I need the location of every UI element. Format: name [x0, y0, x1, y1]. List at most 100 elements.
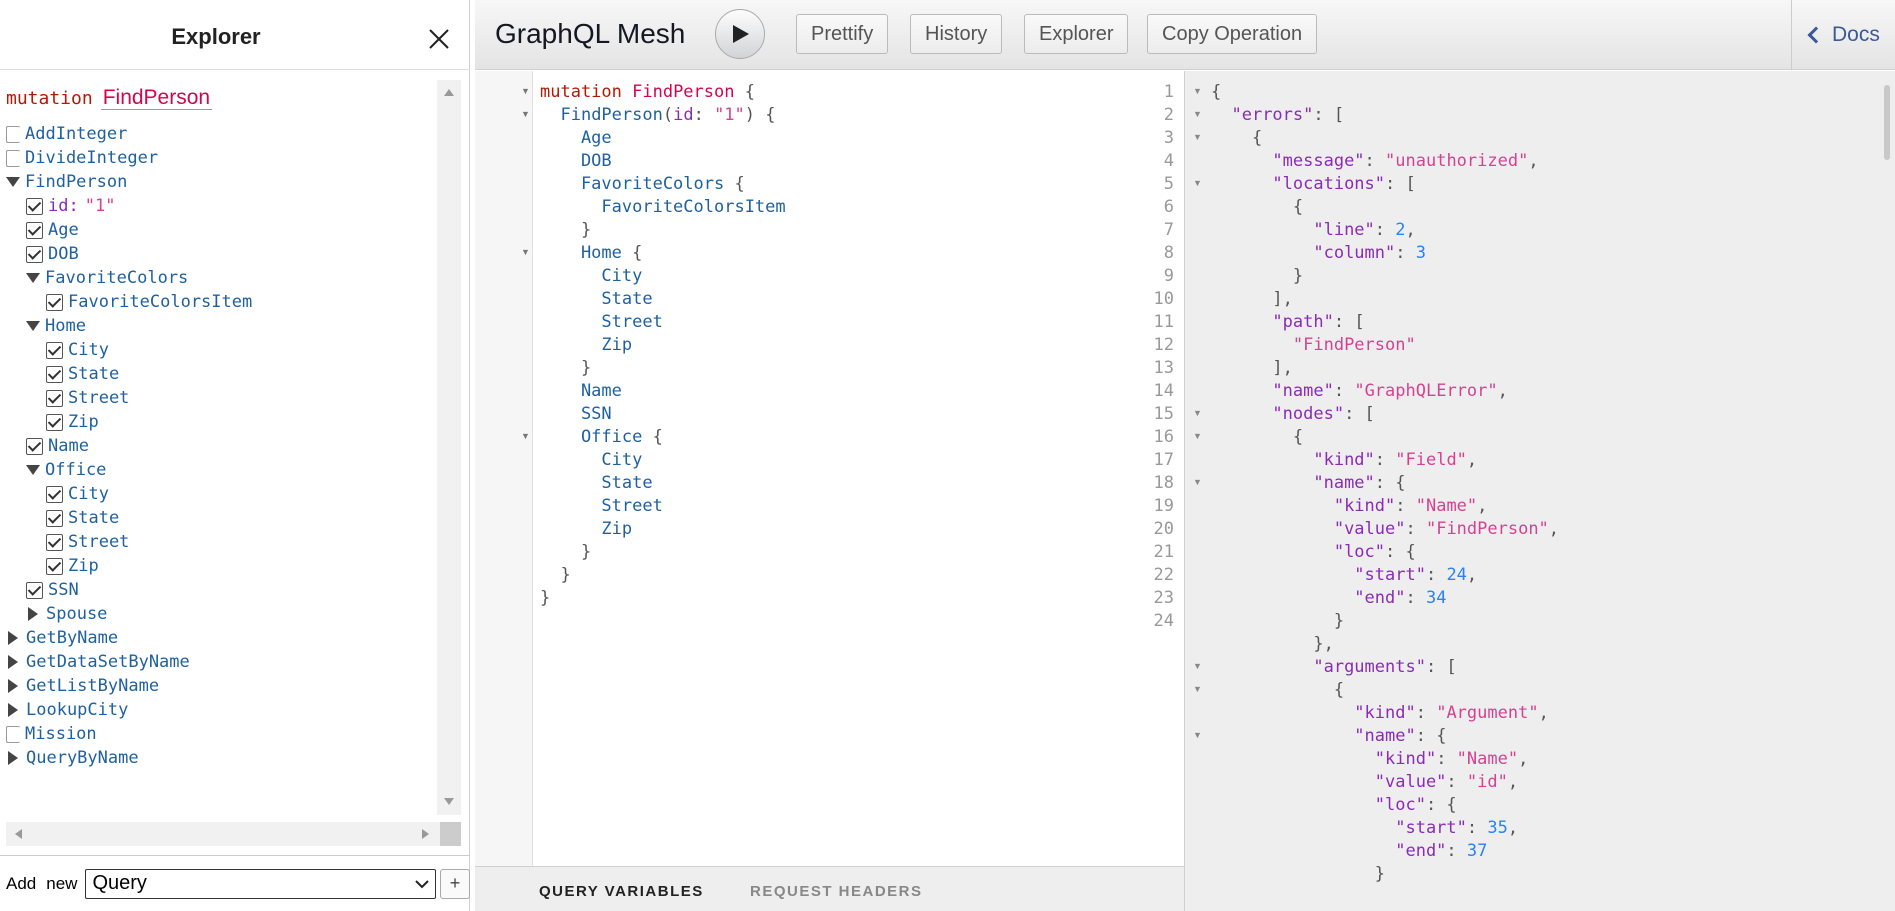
fold-arrow-icon[interactable]: ▼ — [521, 247, 530, 257]
caret-down-icon[interactable] — [26, 321, 40, 331]
caret-right-icon[interactable] — [8, 679, 18, 693]
fold-arrow-icon[interactable]: ▼ — [1193, 431, 1202, 441]
fold-arrow-icon[interactable]: ▼ — [1193, 477, 1202, 487]
explorer-field-favoritecolors[interactable]: FavoriteColors — [26, 266, 188, 290]
caret-down-icon[interactable] — [6, 177, 20, 187]
checkbox-checked-icon[interactable] — [46, 389, 63, 407]
prettify-button[interactable]: Prettify — [796, 14, 889, 54]
play-icon — [733, 25, 749, 43]
explorer-field-street[interactable]: Street — [46, 386, 129, 410]
explorer-field-ssn[interactable]: SSN — [26, 578, 79, 602]
history-button[interactable]: History — [910, 14, 1003, 54]
result-scrollbar-thumb[interactable] — [1884, 85, 1890, 160]
fold-arrow-icon[interactable]: ▼ — [1193, 730, 1202, 740]
explorer-field-street[interactable]: Street — [46, 530, 129, 554]
explorer-field-getdatasetbyname[interactable]: GetDataSetByName — [6, 650, 190, 674]
checkbox-checked-icon[interactable] — [46, 533, 63, 551]
checkbox-checked-icon[interactable] — [46, 485, 63, 503]
fold-arrow-icon[interactable]: ▼ — [1193, 178, 1202, 188]
fold-arrow-icon[interactable]: ▼ — [1193, 684, 1202, 694]
tab-request-headers[interactable]: REQUEST HEADERS — [750, 883, 923, 900]
explorer-field-addinteger[interactable]: AddInteger — [6, 122, 127, 146]
explorer-field-zip[interactable]: Zip — [46, 410, 99, 434]
caret-right-icon[interactable] — [8, 631, 18, 645]
checkbox-empty-icon[interactable] — [6, 149, 20, 167]
checkbox-checked-icon[interactable] — [46, 365, 63, 383]
result-viewer[interactable]: ▼ {▼ "errors": [▼ { "message": "unauthori… — [1184, 71, 1895, 911]
explorer-field-city[interactable]: City — [46, 338, 109, 362]
result-line: { — [1211, 197, 1304, 217]
explorer-field-getlistbyname[interactable]: GetListByName — [6, 674, 159, 698]
result-line: "kind": "Argument", — [1354, 703, 1549, 723]
explorer-field-office[interactable]: Office — [26, 458, 106, 482]
explorer-horizontal-scrollbar[interactable] — [6, 822, 461, 846]
code-line: Office { — [540, 427, 663, 447]
explorer-field-age[interactable]: Age — [26, 218, 79, 242]
fold-arrow-icon[interactable]: ▼ — [1193, 408, 1202, 418]
explorer-field-getbyname[interactable]: GetByName — [6, 626, 118, 650]
docs-button[interactable]: Docs — [1791, 0, 1895, 70]
explorer-field-lookupcity[interactable]: LookupCity — [6, 698, 128, 722]
run-button[interactable] — [715, 9, 765, 59]
checkbox-empty-icon[interactable] — [6, 125, 20, 143]
checkbox-checked-icon[interactable] — [26, 581, 43, 599]
line-number: 10 — [1153, 289, 1174, 309]
fold-arrow-icon[interactable]: ▼ — [521, 109, 530, 119]
explorer-field-querybyname[interactable]: QueryByName — [6, 746, 139, 770]
explorer-field-dob[interactable]: DOB — [26, 242, 79, 266]
explorer-field-findperson[interactable]: FindPerson — [6, 170, 127, 194]
checkbox-checked-icon[interactable] — [46, 341, 63, 359]
copy-operation-button[interactable]: Copy Operation — [1147, 14, 1318, 54]
fold-arrow-icon[interactable]: ▼ — [1193, 132, 1202, 142]
explorer-vertical-scrollbar[interactable] — [437, 80, 461, 815]
explorer-field-label: DivideInteger — [25, 148, 159, 168]
close-icon[interactable] — [426, 26, 452, 52]
explorer-field-zip[interactable]: Zip — [46, 554, 99, 578]
explorer-field-spouse[interactable]: Spouse — [26, 602, 107, 626]
caret-right-icon[interactable] — [8, 655, 18, 669]
explorer-field-home[interactable]: Home — [26, 314, 86, 338]
add-operation-button[interactable]: + — [440, 868, 470, 899]
fold-arrow-icon[interactable]: ▼ — [1193, 661, 1202, 671]
caret-right-icon[interactable] — [28, 607, 38, 621]
scroll-down-icon[interactable] — [443, 796, 455, 806]
query-editor[interactable]: 1 ▼ mutation FindPerson {2 ▼ FindPerson(id:… — [475, 71, 1184, 866]
checkbox-checked-icon[interactable] — [46, 557, 63, 575]
argument-value-input[interactable]: "1" — [85, 196, 116, 216]
explorer-field-mission[interactable]: Mission — [6, 722, 97, 746]
fold-arrow-icon[interactable]: ▼ — [521, 431, 530, 441]
result-line: } — [1211, 864, 1385, 884]
scroll-right-icon[interactable] — [420, 828, 430, 840]
fold-arrow-icon[interactable]: ▼ — [521, 86, 530, 96]
explorer-field-state[interactable]: State — [46, 362, 119, 386]
fold-arrow-icon[interactable]: ▼ — [1193, 86, 1202, 96]
line-number: 19 — [1153, 496, 1174, 516]
scroll-up-icon[interactable] — [443, 88, 455, 98]
line-number: 7 — [1163, 220, 1174, 240]
explorer-field-city[interactable]: City — [46, 482, 109, 506]
explorer-field-name[interactable]: Name — [26, 434, 89, 458]
explorer-field-id[interactable]: id: "1" — [26, 194, 115, 218]
checkbox-empty-icon[interactable] — [6, 725, 20, 743]
operation-header: mutation FindPerson — [6, 86, 213, 116]
explorer-field-divideinteger[interactable]: DivideInteger — [6, 146, 158, 170]
checkbox-checked-icon[interactable] — [26, 197, 43, 215]
checkbox-checked-icon[interactable] — [46, 509, 63, 527]
explorer-field-state[interactable]: State — [46, 506, 119, 530]
scroll-left-icon[interactable] — [14, 828, 24, 840]
caret-right-icon[interactable] — [8, 703, 18, 717]
fold-arrow-icon[interactable]: ▼ — [1193, 109, 1202, 119]
caret-right-icon[interactable] — [8, 751, 18, 765]
checkbox-checked-icon[interactable] — [26, 245, 43, 263]
checkbox-checked-icon[interactable] — [46, 293, 63, 311]
checkbox-checked-icon[interactable] — [26, 437, 43, 455]
operation-type-select[interactable]: Query — [85, 868, 437, 899]
caret-down-icon[interactable] — [26, 273, 40, 283]
checkbox-checked-icon[interactable] — [46, 413, 63, 431]
checkbox-checked-icon[interactable] — [26, 221, 43, 239]
explorer-field-favoritecolorsitem[interactable]: FavoriteColorsItem — [46, 290, 252, 314]
tab-query-variables[interactable]: QUERY VARIABLES — [539, 883, 704, 900]
operation-name-input[interactable]: FindPerson — [100, 86, 213, 110]
caret-down-icon[interactable] — [26, 465, 40, 475]
explorer-button[interactable]: Explorer — [1024, 14, 1129, 54]
